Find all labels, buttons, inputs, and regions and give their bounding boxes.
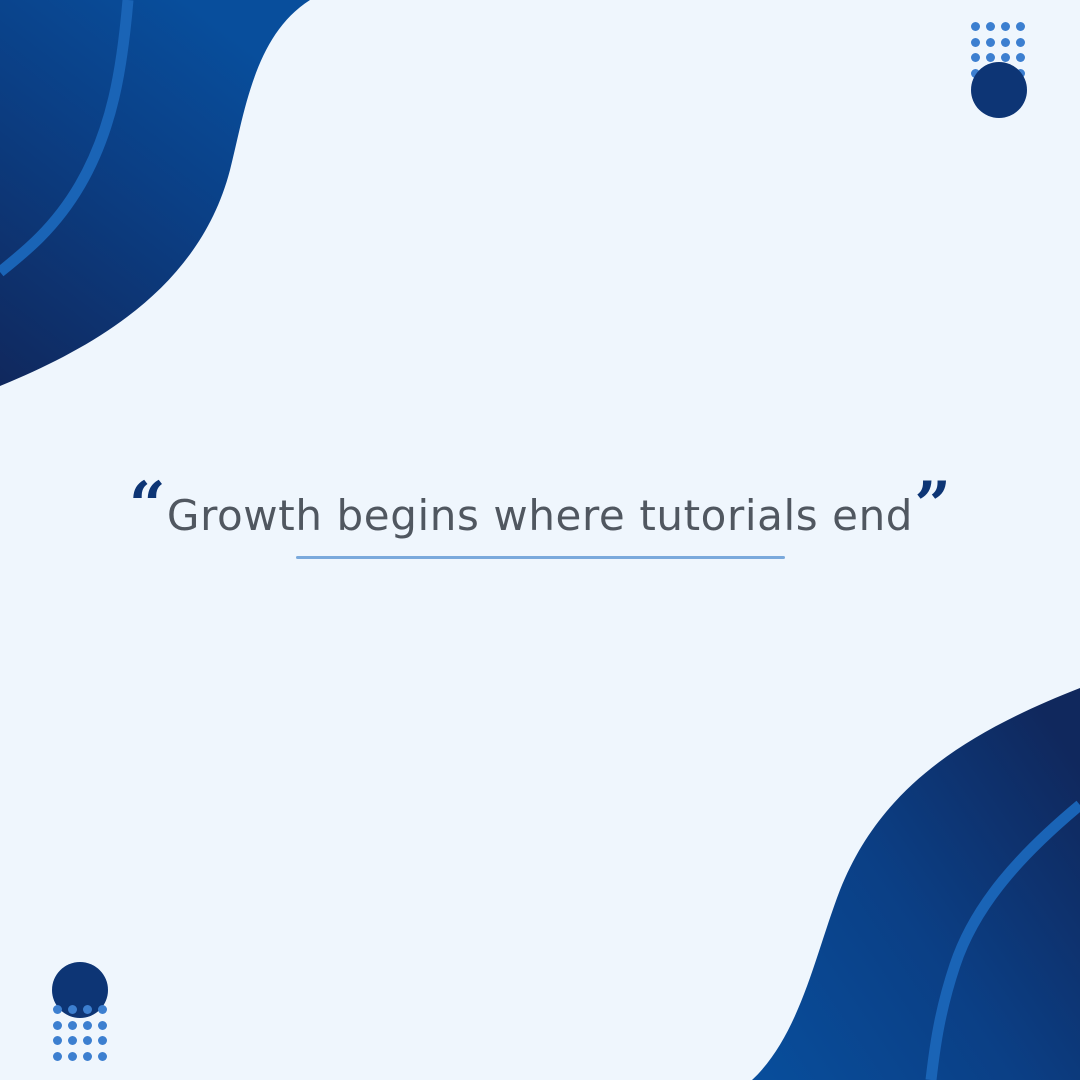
bottom-right-wave-fill [752, 688, 1080, 1080]
top-right-circle [971, 62, 1027, 118]
dot [98, 1051, 107, 1061]
quote-block: “ Growth begins where tutorials end ” [0, 474, 1080, 558]
dot [1016, 37, 1025, 47]
dot [68, 1020, 77, 1030]
dot [68, 1051, 77, 1061]
dot [53, 1020, 62, 1030]
dot [971, 22, 980, 31]
quote-underline [296, 556, 785, 559]
dot [986, 53, 995, 62]
dot [83, 1051, 92, 1061]
dot [68, 1005, 77, 1014]
bottom-left-dot-grid [53, 1005, 107, 1061]
dot [971, 53, 980, 62]
dot [98, 1020, 107, 1030]
dot [1001, 22, 1010, 31]
dot [53, 1051, 62, 1061]
quote-text: Growth begins where tutorials end [166, 491, 914, 540]
dot [1016, 22, 1025, 31]
dot [986, 37, 995, 47]
open-quote-icon: “ [128, 468, 166, 543]
dot [83, 1036, 92, 1045]
dot [98, 1036, 107, 1045]
dot [53, 1005, 62, 1014]
dot [1001, 37, 1010, 47]
dot [1016, 53, 1025, 62]
close-quote-icon: ” [914, 468, 952, 543]
dot [68, 1036, 77, 1045]
dot [83, 1020, 92, 1030]
dot [53, 1036, 62, 1045]
dot [98, 1005, 107, 1014]
dot [986, 22, 995, 31]
dot [1001, 53, 1010, 62]
dot [83, 1005, 92, 1014]
dot [971, 37, 980, 47]
quote-line: “ Growth begins where tutorials end ” [129, 474, 951, 558]
